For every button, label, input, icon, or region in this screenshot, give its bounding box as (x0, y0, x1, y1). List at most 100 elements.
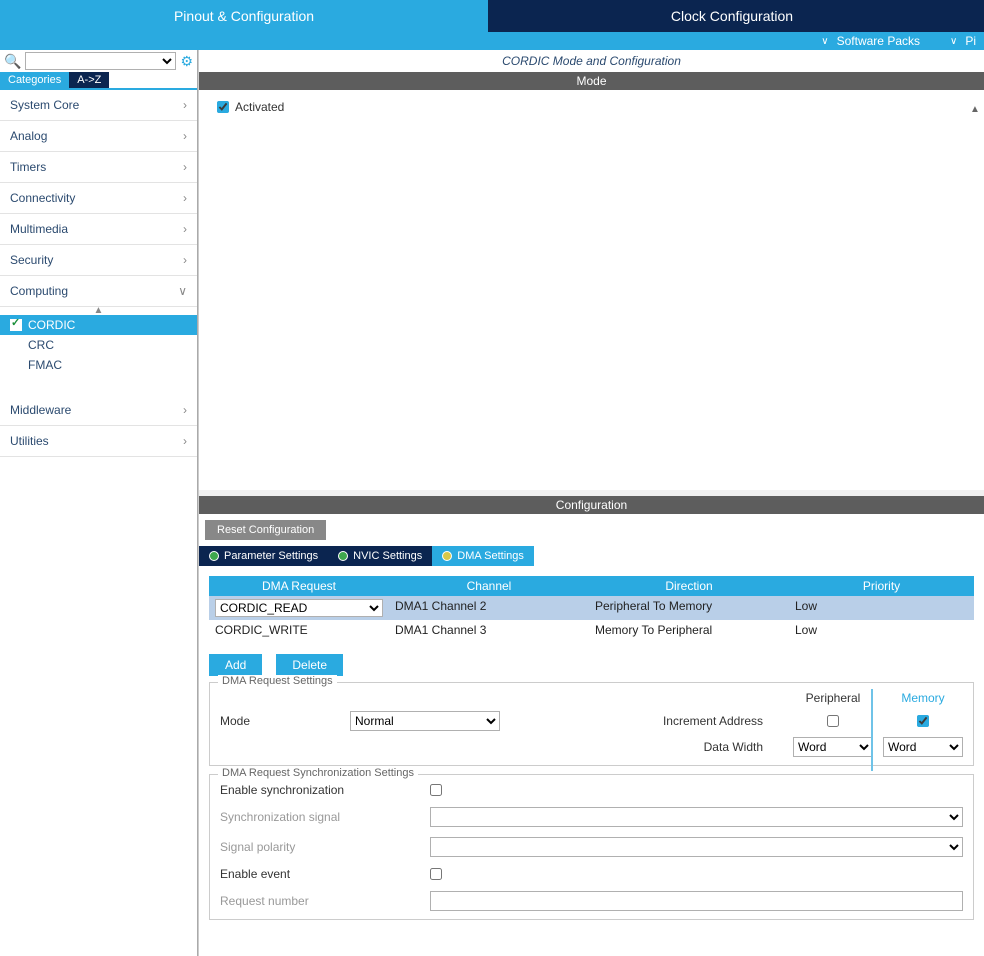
category-analog[interactable]: Analog › (0, 121, 197, 152)
tab-dma-label: DMA Settings (457, 550, 524, 562)
cell-direction: Memory To Peripheral (589, 620, 789, 640)
chevron-right-icon: › (183, 222, 187, 236)
software-packs-dropdown[interactable]: Software Packs (821, 34, 920, 48)
data-width-label: Data Width (510, 740, 783, 754)
category-label: Middleware (10, 403, 71, 417)
category-list: System Core›Analog›Timers›Connectivity›M… (0, 90, 197, 457)
category-label: Timers (10, 160, 46, 174)
side-tab-categories[interactable]: Categories (0, 72, 69, 88)
col-priority: Priority (789, 576, 974, 596)
signal-polarity-label: Signal polarity (220, 840, 410, 854)
activated-label: Activated (235, 100, 284, 114)
chevron-right-icon: › (183, 160, 187, 174)
request-number-label: Request number (220, 894, 410, 908)
enable-sync-checkbox[interactable] (430, 784, 442, 796)
tab-edge (976, 0, 984, 32)
col-dma-request: DMA Request (209, 576, 389, 596)
category-multimedia[interactable]: Multimedia › (0, 214, 197, 245)
gear-icon[interactable]: ⚙ (180, 53, 193, 70)
category-label: Computing (10, 284, 68, 298)
add-button[interactable]: Add (209, 654, 262, 676)
request-number-input[interactable] (430, 891, 963, 911)
status-dot-icon (209, 551, 219, 561)
mode-label: Mode (220, 714, 340, 728)
category-label: Connectivity (10, 191, 75, 205)
category-label: Multimedia (10, 222, 68, 236)
dma-request-select[interactable]: CORDIC_READ (215, 599, 383, 617)
chevron-down-icon: ∨ (178, 284, 187, 298)
search-icon: 🔍 (4, 53, 21, 70)
cell-channel: DMA1 Channel 3 (389, 620, 589, 640)
signal-polarity-select[interactable] (430, 837, 963, 857)
status-dot-icon (442, 551, 452, 561)
chevron-right-icon: › (183, 129, 187, 143)
col-direction: Direction (589, 576, 789, 596)
chevron-right-icon: › (183, 98, 187, 112)
incr-periph-checkbox[interactable] (827, 715, 839, 727)
increment-address-label: Increment Address (510, 714, 783, 728)
periph-item-crc[interactable]: CRC (0, 335, 197, 355)
tab-clock-config[interactable]: Clock Configuration (488, 0, 976, 32)
dma-request-settings: DMA Request Settings Peripheral Memory M… (209, 682, 974, 766)
category-label: Security (10, 253, 53, 267)
cell-dma-request[interactable]: CORDIC_READ (209, 596, 389, 620)
search-select[interactable] (25, 52, 176, 70)
tab-nvic-label: NVIC Settings (353, 550, 422, 562)
category-system-core[interactable]: System Core › (0, 90, 197, 121)
periph-item-cordic[interactable]: CORDIC (0, 315, 197, 335)
memory-header: Memory (883, 691, 963, 705)
dma-row[interactable]: CORDIC_READDMA1 Channel 2Peripheral To M… (209, 596, 974, 620)
tab-dma-settings[interactable]: DMA Settings (432, 546, 534, 566)
category-connectivity[interactable]: Connectivity › (0, 183, 197, 214)
chevron-right-icon: › (183, 191, 187, 205)
enable-event-label: Enable event (220, 867, 410, 881)
panel-title: CORDIC Mode and Configuration (199, 50, 984, 72)
dma-table: DMA Request Channel Direction Priority C… (209, 576, 974, 640)
cell-direction: Peripheral To Memory (589, 596, 789, 620)
activated-checkbox[interactable] (217, 101, 229, 113)
status-dot-icon (338, 551, 348, 561)
category-timers[interactable]: Timers › (0, 152, 197, 183)
mode-select[interactable]: Normal (350, 711, 500, 731)
dw-periph-select[interactable]: Word (793, 737, 873, 757)
fieldset-legend: DMA Request Synchronization Settings (218, 767, 418, 779)
collapse-handle-icon[interactable]: ▲ (0, 307, 197, 315)
cell-dma-request[interactable]: CORDIC_WRITE (209, 620, 389, 640)
category-middleware[interactable]: Middleware › (0, 395, 197, 426)
incr-mem-checkbox[interactable] (917, 715, 929, 727)
category-security[interactable]: Security› (0, 245, 197, 276)
scroll-up-icon[interactable]: ▲ (970, 104, 982, 116)
activated-checkbox-row[interactable]: Activated (217, 100, 966, 114)
side-tab-az[interactable]: A->Z (69, 72, 109, 88)
tab-nvic-settings[interactable]: NVIC Settings (328, 546, 432, 566)
dma-row[interactable]: CORDIC_WRITEDMA1 Channel 3Memory To Peri… (209, 620, 974, 640)
reset-config-button[interactable]: Reset Configuration (205, 520, 326, 540)
category-utilities[interactable]: Utilities› (0, 426, 197, 457)
sync-signal-select[interactable] (430, 807, 963, 827)
tab-parameter-label: Parameter Settings (224, 550, 318, 562)
chevron-right-icon: › (183, 403, 187, 417)
sidebar: 🔍 ⚙ Categories A->Z System Core›Analog›T… (0, 50, 198, 956)
tab-parameter-settings[interactable]: Parameter Settings (199, 546, 328, 566)
periph-header: Peripheral (793, 691, 873, 705)
delete-button[interactable]: Delete (276, 654, 343, 676)
config-header: Configuration (199, 496, 984, 514)
col-channel: Channel (389, 576, 589, 596)
tab-pinout-config[interactable]: Pinout & Configuration (0, 0, 488, 32)
cell-priority: Low (789, 596, 974, 620)
category-label: Analog (10, 129, 47, 143)
sync-signal-label: Synchronization signal (220, 810, 410, 824)
mode-header: Mode (199, 72, 984, 90)
chevron-right-icon: › (183, 434, 187, 448)
dw-mem-select[interactable]: Word (883, 737, 963, 757)
category-computing[interactable]: Computing ∨ (0, 276, 197, 307)
cell-priority: Low (789, 620, 974, 640)
main-panel: CORDIC Mode and Configuration Mode ▲ Act… (198, 50, 984, 956)
enable-sync-label: Enable synchronization (220, 783, 410, 797)
fieldset-legend: DMA Request Settings (218, 675, 337, 687)
periph-item-fmac[interactable]: FMAC (0, 355, 197, 375)
enable-event-checkbox[interactable] (430, 868, 442, 880)
pinout-dropdown[interactable]: Pi (950, 34, 976, 48)
dma-sync-settings: DMA Request Synchronization Settings Ena… (209, 774, 974, 920)
category-label: System Core (10, 98, 79, 112)
